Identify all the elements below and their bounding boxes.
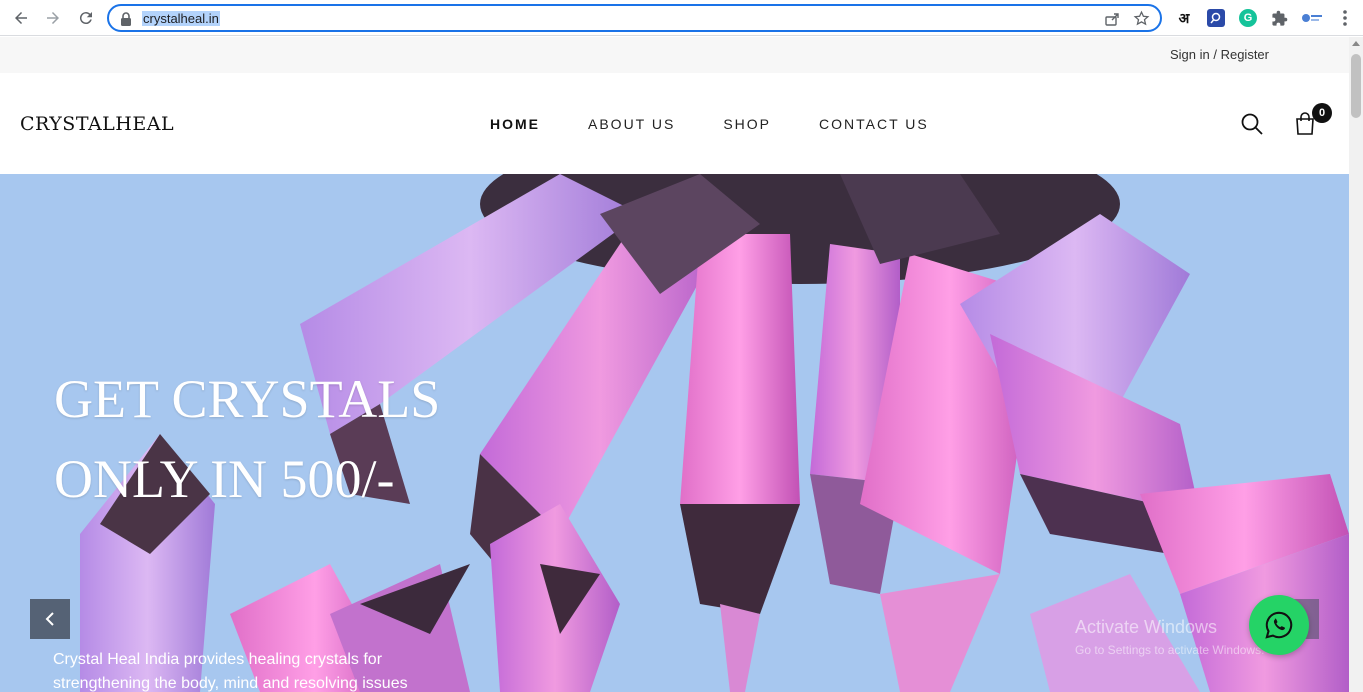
hero-title-line1: GET CRYSTALS [54,369,441,429]
whatsapp-chat-button[interactable] [1249,595,1309,655]
key-glyph-icon [1210,12,1221,24]
nav-home[interactable]: HOME [490,116,540,132]
browser-toolbar: crystalheal.in अ G [0,0,1363,36]
hero-title-line2: ONLY IN 500/- [54,449,395,509]
slider-prev-button[interactable] [30,599,70,639]
nav-shop[interactable]: SHOP [723,116,771,132]
hindi-extension-icon[interactable]: अ [1175,9,1193,27]
search-icon[interactable] [1240,112,1264,136]
scroll-up-arrow-icon[interactable] [1352,41,1360,46]
back-button[interactable] [9,6,33,30]
cart-count-badge: 0 [1312,103,1332,123]
nav-contact-us[interactable]: CONTACT US [819,116,929,132]
puzzle-icon [1271,10,1287,26]
reload-icon [79,12,92,25]
hero-title: GET CRYSTALS ONLY IN 500/- [54,359,440,519]
arrow-right-icon [47,12,59,24]
windows-watermark-subtitle: Go to Settings to activate Windows. [1075,643,1265,657]
translate-extension-icon[interactable] [1301,9,1323,27]
site-header: CRYSTALHEAL HOME ABOUT US SHOP CONTACT U… [0,73,1349,174]
grammarly-extension-icon[interactable]: G [1239,9,1257,27]
url-text[interactable]: crystalheal.in [142,11,220,26]
nav-about-us[interactable]: ABOUT US [588,116,675,132]
extensions-puzzle-icon[interactable] [1270,9,1288,27]
main-navigation: HOME ABOUT US SHOP CONTACT US [490,116,977,132]
browser-menu-button[interactable] [1336,9,1354,27]
bookmark-star-icon[interactable] [1133,10,1150,27]
site-logo[interactable]: CRYSTALHEAL [20,113,174,135]
hero-description: Crystal Heal India provides healing crys… [53,651,408,692]
address-bar[interactable]: crystalheal.in [107,4,1162,32]
windows-watermark-title: Activate Windows [1075,617,1218,637]
chevron-left-icon [45,612,54,626]
forward-button[interactable] [41,6,65,30]
hero-slider: GET CRYSTALS ONLY IN 500/- Crystal Heal … [0,174,1349,692]
arrow-left-icon [15,12,27,24]
whatsapp-icon [1265,611,1293,639]
lock-icon [121,12,131,26]
keyboard-extension-icon[interactable] [1207,9,1225,27]
page-scrollbar[interactable] [1349,37,1363,692]
top-bar: Sign in / Register [0,37,1349,73]
scrollbar-thumb[interactable] [1351,54,1361,118]
share-icon[interactable] [1104,11,1120,27]
sign-in-register-link[interactable]: Sign in / Register [1170,47,1269,62]
reload-button[interactable] [74,6,98,30]
kebab-menu-icon [1343,10,1347,26]
web-page: Sign in / Register CRYSTALHEAL HOME ABOU… [0,37,1349,692]
translate-icon [1302,14,1322,22]
